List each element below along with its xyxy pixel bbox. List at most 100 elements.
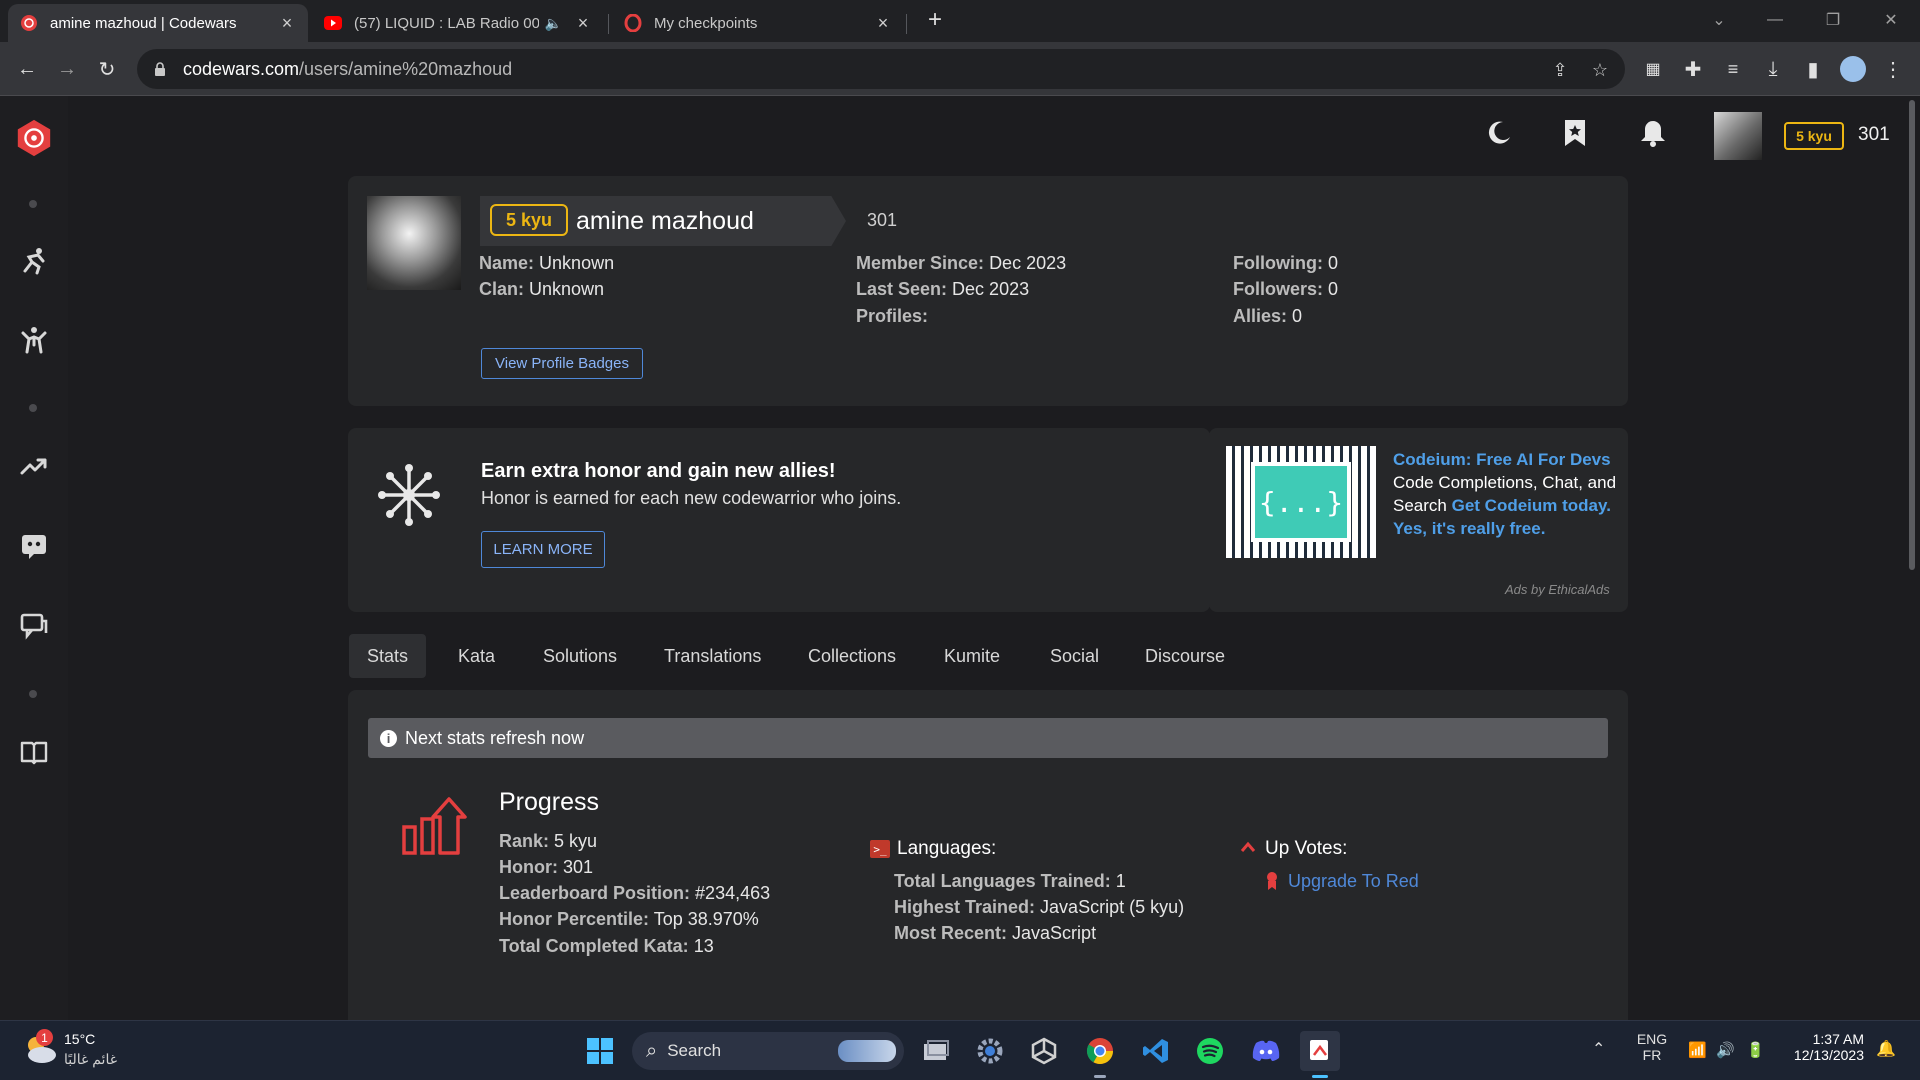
last-seen-value: Dec 2023	[952, 279, 1030, 299]
snipping-tool-icon[interactable]	[1300, 1031, 1340, 1071]
address-bar[interactable]: codewars.com/users/amine%20mazhoud ⇪ ☆	[137, 49, 1625, 89]
codewars-favicon-icon	[20, 14, 38, 32]
last-seen-label: Last Seen:	[856, 279, 948, 299]
new-tab-icon[interactable]: +	[920, 6, 950, 33]
media-queue-icon[interactable]: ≡	[1718, 54, 1748, 84]
download-icon[interactable]: ⤓	[1758, 54, 1788, 84]
page-scrollbar-thumb[interactable]	[1909, 100, 1915, 570]
ad-title[interactable]: Codeium: Free AI For Devs	[1393, 450, 1611, 469]
dark-mode-moon-icon[interactable]	[1482, 116, 1516, 150]
reload-icon[interactable]: ↻	[92, 54, 122, 84]
browser-menu-icon[interactable]: ⋮	[1878, 54, 1908, 84]
discord-app-icon[interactable]	[1246, 1031, 1286, 1071]
member-since-value: Dec 2023	[989, 253, 1067, 273]
header-avatar[interactable]	[1714, 112, 1762, 160]
ad-footer[interactable]: Ads by EthicalAds	[1505, 582, 1610, 597]
learn-more-button[interactable]: LEARN MORE	[481, 531, 605, 568]
tab-title: (57) LIQUID : LAB Radio 001	[354, 14, 539, 32]
tab-discourse[interactable]: Discourse	[1127, 634, 1243, 678]
side-panel-icon[interactable]: ▮	[1798, 54, 1828, 84]
speaker-icon[interactable]: 🔈	[545, 15, 562, 32]
lock-icon	[155, 62, 165, 76]
bookmark-star-icon[interactable]: ☆	[1589, 59, 1611, 81]
referral-title: Earn extra honor and gain new allies!	[481, 460, 836, 482]
allies-value: 0	[1292, 306, 1303, 326]
header-honor: 301	[1858, 124, 1890, 145]
following-row: Following: 0	[1233, 253, 1338, 274]
bookmarks-icon[interactable]	[1558, 116, 1592, 150]
weather-temp[interactable]: 15°C	[64, 1031, 95, 1047]
extensions-puzzle-icon[interactable]: ✚	[1678, 54, 1708, 84]
vscode-icon[interactable]	[1136, 1031, 1176, 1071]
leaderboard-trend-icon[interactable]	[14, 446, 54, 486]
chrome-running-indicator	[1094, 1075, 1106, 1078]
tab-collections[interactable]: Collections	[790, 634, 914, 678]
minimize-icon[interactable]: —	[1760, 8, 1790, 32]
upgrade-to-red-link[interactable]: Upgrade To Red	[1288, 871, 1419, 892]
codewars-logo-icon[interactable]	[14, 118, 54, 158]
tab-social[interactable]: Social	[1032, 634, 1117, 678]
extension-calendar-icon[interactable]: ▦	[1638, 54, 1668, 84]
search-icon: ⌕	[646, 1039, 658, 1062]
ad-text[interactable]: Codeium: Free AI For Devs Code Completio…	[1393, 448, 1618, 540]
window-close-icon[interactable]: ✕	[1876, 8, 1906, 32]
weather-desc[interactable]: غائم غالبًا	[64, 1051, 117, 1068]
close-icon[interactable]: ×	[278, 13, 296, 33]
weather-cloud-icon[interactable]: 1	[22, 1029, 58, 1065]
forward-arrow-icon[interactable]: →	[52, 54, 82, 84]
practice-icon[interactable]	[14, 320, 54, 360]
settings-gear-icon[interactable]	[970, 1031, 1010, 1071]
volume-icon[interactable]: 🔊	[1716, 1041, 1735, 1059]
profiles-row: Profiles:	[856, 306, 928, 327]
name-row: Name: Unknown	[479, 253, 614, 274]
notifications-bell-icon[interactable]	[1636, 116, 1670, 150]
discussion-icon[interactable]	[14, 606, 54, 646]
tab-kata[interactable]: Kata	[440, 634, 513, 678]
discord-icon[interactable]	[14, 526, 54, 566]
unity-icon[interactable]	[1024, 1031, 1064, 1071]
profile-avatar-icon[interactable]	[1838, 54, 1868, 84]
highest-trained-value: JavaScript (5 kyu)	[1040, 897, 1185, 917]
tab-stats[interactable]: Stats	[349, 634, 427, 678]
header-rank-badge: 5 kyu	[1784, 122, 1844, 150]
close-icon[interactable]: ×	[574, 13, 592, 33]
training-icon[interactable]	[14, 240, 54, 280]
taskbar-search-box[interactable]: ⌕ Search	[632, 1032, 904, 1070]
back-arrow-icon[interactable]: ←	[12, 54, 42, 84]
docs-book-icon[interactable]	[14, 732, 54, 772]
tab-kumite[interactable]: Kumite	[926, 634, 1018, 678]
chevron-up-icon	[1240, 840, 1256, 854]
most-recent-row: Most Recent: JavaScript	[894, 923, 1096, 944]
spotify-icon[interactable]	[1190, 1031, 1230, 1071]
share-icon[interactable]: ⇪	[1549, 59, 1571, 81]
member-since-label: Member Since:	[856, 253, 985, 273]
battery-icon[interactable]: 🔋	[1746, 1041, 1765, 1059]
view-profile-badges-button[interactable]: View Profile Badges	[481, 348, 643, 379]
completed-label: Total Completed Kata:	[499, 936, 689, 956]
page-scrollbar-track[interactable]	[1907, 96, 1917, 1020]
profile-avatar	[367, 196, 461, 290]
show-hidden-icons-chevron-icon[interactable]: ⌃	[1592, 1039, 1605, 1059]
chrome-icon[interactable]	[1080, 1031, 1120, 1071]
following-value: 0	[1328, 253, 1339, 273]
tab-search-chevron-icon[interactable]: ⌄	[1704, 8, 1734, 32]
windows-start-icon[interactable]	[580, 1031, 620, 1071]
clock[interactable]: 1:37 AM 12/13/2023	[1782, 1031, 1864, 1063]
close-icon[interactable]: ×	[874, 13, 892, 33]
tab-solutions[interactable]: Solutions	[525, 634, 635, 678]
url-domain: codewars.com	[183, 58, 300, 79]
input-language[interactable]: ENG FR	[1636, 1031, 1668, 1063]
tab-youtube[interactable]: (57) LIQUID : LAB Radio 001 🔈 ×	[312, 4, 604, 42]
task-view-icon[interactable]	[916, 1031, 956, 1071]
completed-value: 13	[693, 936, 714, 956]
upvotes-title: Up Votes:	[1265, 838, 1348, 859]
member-since-row: Member Since: Dec 2023	[856, 253, 1066, 274]
tab-translations[interactable]: Translations	[646, 634, 779, 678]
restore-icon[interactable]: ❐	[1818, 8, 1848, 32]
active-app-indicator	[1312, 1075, 1328, 1078]
tab-codewars[interactable]: amine mazhoud | Codewars ×	[8, 4, 308, 42]
notification-center-icon[interactable]: 🔔	[1876, 1039, 1896, 1059]
codeium-ad-image[interactable]: {...}	[1226, 446, 1376, 558]
tab-checkpoints[interactable]: My checkpoints ×	[612, 4, 904, 42]
wifi-icon[interactable]: 📶	[1688, 1041, 1707, 1059]
